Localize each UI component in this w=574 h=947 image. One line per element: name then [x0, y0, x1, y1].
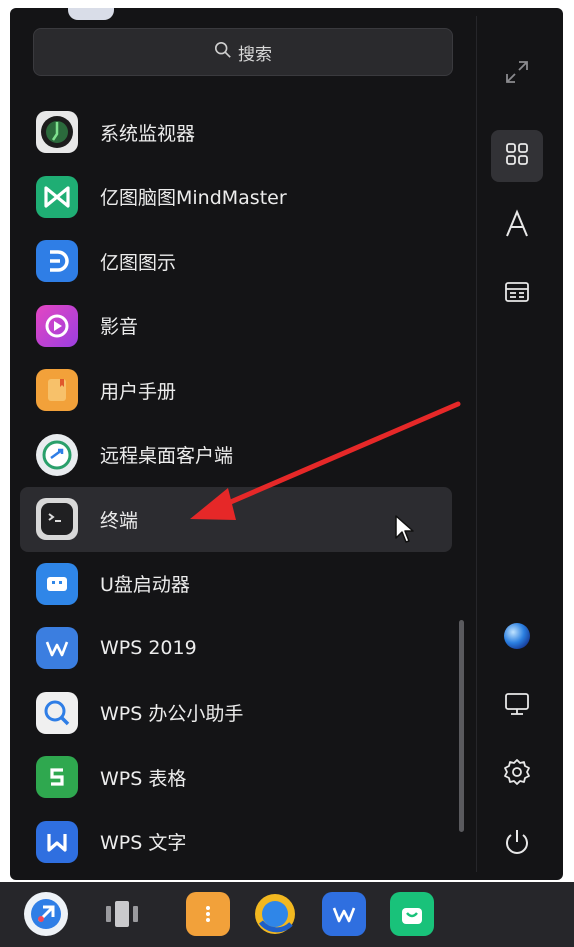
edraw-icon [36, 240, 78, 283]
app-item-wps-writer[interactable]: WPS 文字 [20, 810, 452, 875]
app-item-usb-launcher[interactable]: U盘启动器 [20, 552, 452, 617]
file-manager-icon[interactable] [186, 892, 230, 936]
app-label: 亿图图示 [100, 251, 177, 274]
wps-spreadsheet-icon [36, 756, 78, 799]
media-player-icon [36, 304, 78, 347]
computer-icon [502, 689, 532, 723]
app-item-wps-spreadsheet[interactable]: WPS 表格 [20, 745, 452, 810]
letter-sort-button[interactable] [491, 200, 543, 252]
app-label: 系统监视器 [100, 122, 196, 145]
usb-launcher-icon [36, 562, 78, 605]
wps-assistant-icon [36, 691, 78, 734]
browser-shortcut-button[interactable] [491, 612, 543, 664]
browser-icon[interactable] [253, 892, 297, 936]
sidebar-divider [476, 16, 477, 872]
search-input[interactable]: 搜索 [33, 28, 453, 76]
app-list-scrollbar[interactable] [459, 620, 464, 832]
app-label: U盘启动器 [100, 574, 190, 597]
category-view-icon [502, 277, 532, 311]
settings-button[interactable] [491, 748, 543, 800]
power-icon [502, 827, 532, 861]
app-label: WPS 办公小助手 [100, 703, 244, 726]
app-item-media-player[interactable]: 影音 [20, 294, 452, 359]
app-label: 用户手册 [100, 380, 177, 403]
settings-icon [502, 757, 532, 791]
launcher-icon[interactable] [24, 892, 68, 936]
app-label: 终端 [100, 509, 139, 532]
app-item-wps-2019[interactable]: WPS 2019 [20, 616, 452, 681]
remote-desktop-icon [36, 433, 78, 476]
fullscreen-button[interactable] [491, 48, 543, 100]
computer-button[interactable] [491, 680, 543, 732]
search-icon [214, 41, 232, 64]
search-label: 搜索 [238, 44, 272, 65]
grid-view-icon [502, 139, 532, 173]
mouse-cursor [395, 515, 414, 543]
app-item-edraw[interactable]: 亿图图示 [20, 229, 452, 294]
app-store-icon[interactable] [390, 892, 434, 936]
app-label: 亿图脑图MindMaster [100, 187, 287, 210]
mindmaster-icon [36, 175, 78, 218]
app-item-system-monitor[interactable]: 系统监视器 [20, 100, 452, 165]
browser-globe-icon [502, 621, 532, 655]
fullscreen-icon [502, 57, 532, 91]
category-view-button[interactable] [491, 268, 543, 320]
app-label: 影音 [100, 316, 139, 339]
app-item-terminal[interactable]: 终端 [20, 487, 452, 552]
app-list: 系统监视器 亿图脑图MindMaster 亿图图示 影音 用户手册 远程桌面客户… [20, 100, 452, 874]
app-label: WPS 文字 [100, 832, 187, 855]
terminal-icon [36, 498, 78, 541]
app-label: WPS 2019 [100, 637, 197, 660]
app-item-mindmaster[interactable]: 亿图脑图MindMaster [20, 165, 452, 230]
app-label: 远程桌面客户端 [100, 445, 234, 468]
app-item-remote-desktop[interactable]: 远程桌面客户端 [20, 423, 452, 488]
power-button[interactable] [491, 818, 543, 870]
wps-taskbar-icon[interactable] [322, 892, 366, 936]
app-item-wps-assistant[interactable]: WPS 办公小助手 [20, 681, 452, 746]
wps-writer-icon [36, 820, 78, 863]
app-item-user-manual[interactable]: 用户手册 [20, 358, 452, 423]
multitask-view-icon[interactable] [100, 892, 144, 936]
launcher-panel: 搜索 系统监视器 亿图脑图MindMaster 亿图图示 影音 用户手册 远程桌… [10, 8, 563, 880]
app-label: WPS 表格 [100, 767, 187, 790]
user-manual-icon [36, 369, 78, 412]
letter-sort-icon [502, 209, 532, 243]
system-monitor-icon [36, 111, 78, 154]
panel-top-tab [68, 8, 114, 20]
grid-view-button[interactable] [491, 130, 543, 182]
taskbar [0, 882, 574, 947]
wps-icon [36, 627, 78, 670]
